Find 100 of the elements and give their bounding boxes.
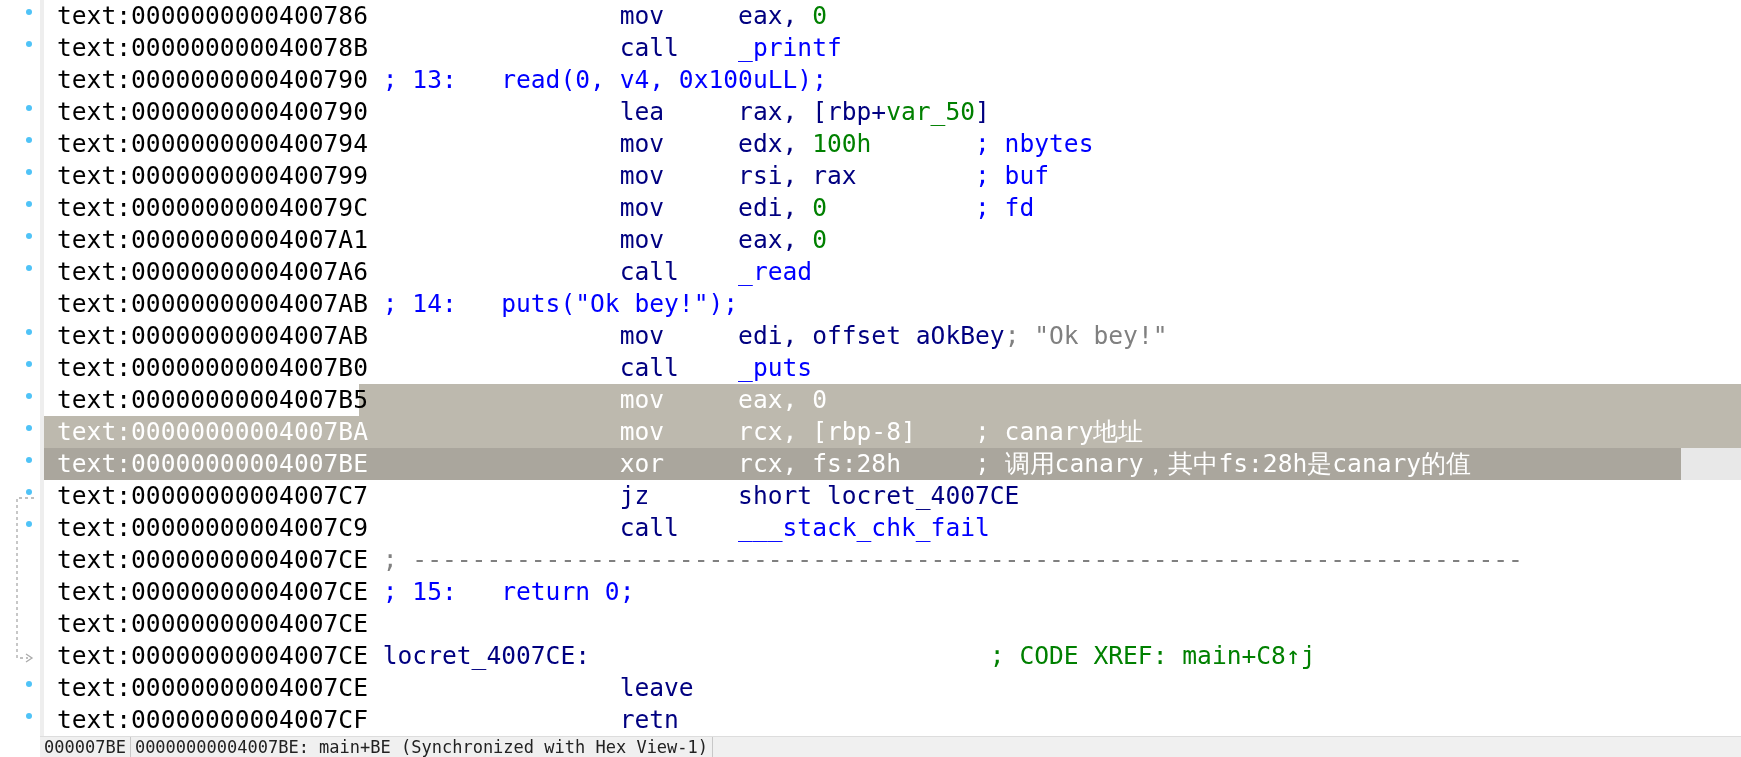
source-code-text: puts("Ok bey!"); bbox=[501, 288, 739, 320]
source-line-number: ; 13: bbox=[382, 64, 458, 96]
line-dot bbox=[26, 361, 32, 367]
line-dot bbox=[26, 9, 32, 15]
comment-text: ; CODE XREF: main+C8↑j bbox=[988, 640, 1316, 672]
line-dot bbox=[26, 265, 32, 271]
line-dot bbox=[26, 137, 32, 143]
operand-text: _read bbox=[738, 256, 814, 288]
code-line[interactable]: text:00000000004007CE ; 15: return 0; bbox=[44, 576, 1741, 608]
code-line[interactable]: text:00000000004007CE leave bbox=[44, 672, 1741, 704]
mnemonic-text: mov bbox=[619, 384, 666, 416]
code-line[interactable]: text:00000000004007CE locret_4007CE: ; CODE XREF: main+C8↑j bbox=[44, 640, 1741, 672]
operand-text: _printf bbox=[738, 32, 843, 64]
address-text: text:00000000004007CE bbox=[57, 544, 368, 576]
separator-text: ; --------------------------------------------------------------------------- bbox=[382, 544, 1523, 576]
mnemonic-text: jz bbox=[619, 480, 651, 512]
operand-text: _puts bbox=[738, 352, 814, 384]
address-text: text:000000000040079C bbox=[57, 192, 368, 224]
source-line-number: ; 14: bbox=[382, 288, 458, 320]
line-dot bbox=[26, 329, 32, 335]
address-text: text:00000000004007A1 bbox=[57, 224, 368, 256]
address-text: text:00000000004007CE bbox=[57, 576, 368, 608]
address-text: text:0000000000400794 bbox=[57, 128, 368, 160]
code-line[interactable]: text:00000000004007CF retn bbox=[44, 704, 1741, 736]
operand-text: edx, 100h bbox=[738, 128, 873, 160]
label-text: locret_4007CE: bbox=[382, 640, 592, 672]
address-text: text:00000000004007CE bbox=[57, 672, 368, 704]
address-text: text:00000000004007C7 bbox=[57, 480, 368, 512]
address-text: text:0000000000400790 bbox=[57, 64, 368, 96]
code-line[interactable]: text:0000000000400786 mov eax, 0 bbox=[44, 0, 1741, 32]
address-text: text:00000000004007C9 bbox=[57, 512, 368, 544]
mnemonic-text: call bbox=[619, 256, 680, 288]
code-line[interactable]: text:00000000004007CE ; --------------------------------------------------------------------------- bbox=[44, 544, 1741, 576]
source-line-number: ; 15: bbox=[382, 576, 458, 608]
mnemonic-text: mov bbox=[619, 128, 666, 160]
mnemonic-text: mov bbox=[619, 224, 666, 256]
code-line[interactable]: text:00000000004007AB mov edi, offset aOkBey; "Ok bey!" bbox=[44, 320, 1741, 352]
mnemonic-text: retn bbox=[619, 704, 680, 736]
mnemonic-text: mov bbox=[619, 416, 666, 448]
address-text: text:00000000004007AB bbox=[57, 320, 368, 352]
operand-text: rcx, fs:28h bbox=[738, 448, 902, 480]
code-line[interactable]: text:0000000000400799 mov rsi, rax ; buf bbox=[44, 160, 1741, 192]
address-text: text:00000000004007BE bbox=[57, 448, 368, 480]
code-line[interactable]: text:00000000004007B0 call _puts bbox=[44, 352, 1741, 384]
code-line[interactable]: text:00000000004007CE bbox=[44, 608, 1741, 640]
line-dot bbox=[26, 489, 32, 495]
code-line[interactable]: text:000000000040079C mov edi, 0 ; fd bbox=[44, 192, 1741, 224]
mnemonic-text: xor bbox=[619, 448, 666, 480]
comment-text: ; fd bbox=[975, 192, 1035, 224]
address-text: text:00000000004007CE bbox=[57, 608, 368, 640]
line-dot bbox=[26, 681, 32, 687]
code-line[interactable]: text:00000000004007AB ; 14: puts("Ok bey!"); bbox=[44, 288, 1741, 320]
source-code-text: read(0, v4, 0x100uLL); bbox=[501, 64, 827, 96]
code-line[interactable]: text:0000000000400794 mov edx, 100h ; nbytes bbox=[44, 128, 1741, 160]
code-line[interactable]: text:00000000004007A1 mov eax, 0 bbox=[44, 224, 1741, 256]
operand-text: rsi, rax bbox=[738, 160, 858, 192]
address-text: text:00000000004007CF bbox=[57, 704, 368, 736]
address-text: text:00000000004007AB bbox=[57, 288, 368, 320]
code-line[interactable]: text:000000000040078B call _printf bbox=[44, 32, 1741, 64]
line-dot bbox=[26, 393, 32, 399]
operand-text: eax, 0 bbox=[738, 224, 828, 256]
code-line[interactable]: text:00000000004007A6 call _read bbox=[44, 256, 1741, 288]
code-line[interactable]: text:0000000000400790 ; 13: read(0, v4, 0x100uLL); bbox=[44, 64, 1741, 96]
source-code-text: return 0; bbox=[501, 576, 635, 608]
operand-text: rcx, [rbp-8] bbox=[738, 416, 917, 448]
line-dot bbox=[26, 713, 32, 719]
comment-text: ; canary地址 bbox=[975, 416, 1144, 448]
mnemonic-text: lea bbox=[619, 96, 666, 128]
address-text: text:0000000000400786 bbox=[57, 0, 368, 32]
mnemonic-text: leave bbox=[619, 672, 695, 704]
operand-text: rax, [rbp+var_50] bbox=[738, 96, 990, 128]
mnemonic-text: mov bbox=[619, 160, 666, 192]
operand-text: edi, 0 bbox=[738, 192, 828, 224]
line-dot bbox=[26, 201, 32, 207]
address-text: text:0000000000400799 bbox=[57, 160, 368, 192]
comment-text: ; 调用canary，其中fs:28h是canary的值 bbox=[975, 448, 1472, 480]
operand-text: edi, offset aOkBey bbox=[738, 320, 1005, 352]
code-line[interactable]: text:00000000004007C9 call ___stack_chk_fail bbox=[44, 512, 1741, 544]
address-text: text:00000000004007BA bbox=[57, 416, 368, 448]
code-line[interactable]: text:00000000004007C7 jz short locret_4007CE bbox=[44, 480, 1741, 512]
address-text: text:00000000004007CE bbox=[57, 640, 368, 672]
location-text: 00000000004007BE: main+BE (Synchronized with Hex View-1) bbox=[130, 737, 714, 757]
comment-text: ; "Ok bey!" bbox=[1004, 320, 1168, 352]
mnemonic-text: mov bbox=[619, 0, 666, 32]
mnemonic-text: mov bbox=[619, 320, 666, 352]
operand-text: eax, 0 bbox=[738, 384, 828, 416]
line-dot bbox=[26, 521, 32, 527]
mnemonic-text: mov bbox=[619, 192, 666, 224]
line-dot bbox=[26, 41, 32, 47]
code-line[interactable]: text:0000000000400790 lea rax, [rbp+var_50] bbox=[44, 96, 1741, 128]
line-dot bbox=[26, 457, 32, 463]
file-offset-text: 000007BE bbox=[40, 737, 131, 757]
mnemonic-text: call bbox=[619, 32, 680, 64]
operand-text: ___stack_chk_fail bbox=[738, 512, 990, 544]
line-dot bbox=[26, 169, 32, 175]
operand-text: short locret_4007CE bbox=[738, 480, 1020, 512]
line-dot bbox=[26, 105, 32, 111]
comment-text: ; nbytes bbox=[975, 128, 1094, 160]
mnemonic-text: call bbox=[619, 512, 680, 544]
address-text: text:00000000004007A6 bbox=[57, 256, 368, 288]
